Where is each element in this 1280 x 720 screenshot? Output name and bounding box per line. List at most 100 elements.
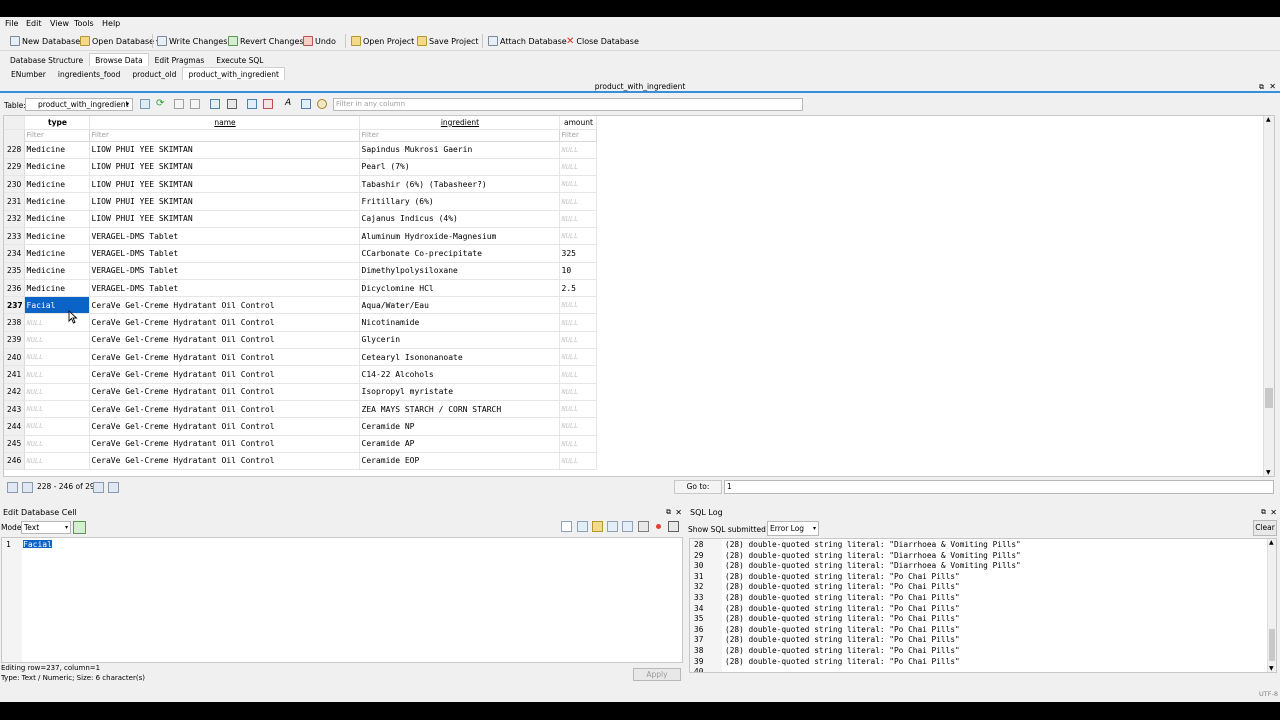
cell-name[interactable]: CeraVe Gel-Creme Hydratant Oil Control (89, 331, 360, 350)
table-row[interactable]: 244 NULL CeraVe Gel-Creme Hydratant Oil Co… (4, 417, 597, 436)
close-pane-icon[interactable]: ✕ (675, 506, 682, 519)
cell-name[interactable]: CeraVe Gel-Creme Hydratant Oil Control (89, 400, 360, 419)
cell-amount[interactable]: NULL (559, 141, 597, 159)
undo-button[interactable]: Undo (303, 33, 336, 49)
new-database-button[interactable]: New Database (10, 33, 80, 49)
cell-type[interactable]: NULL (24, 331, 90, 350)
table-row[interactable]: 231 Medicine LIOW PHUI YEE SKIMTAN Fritilla… (4, 192, 597, 211)
float-icon[interactable]: ⧉ (666, 506, 671, 519)
tab-database-structure[interactable]: Database Structure (4, 53, 89, 66)
cell-amount[interactable]: NULL (559, 365, 597, 384)
cell-amount[interactable]: 2.5 (559, 279, 597, 298)
table-row[interactable]: 228 Medicine LIOW PHUI YEE SKIMTAN Sapindus… (4, 141, 597, 159)
cell-amount[interactable]: NULL (559, 210, 597, 228)
cell-ingredient[interactable]: Tabashir (6%) (Tabasheer?) (359, 175, 560, 194)
close-panel-icon[interactable]: ✕ (1269, 81, 1276, 93)
scroll-down-icon[interactable]: ▼ (1266, 469, 1271, 476)
cell-ingredient[interactable]: Pearl (7%) (359, 158, 560, 177)
cell-type[interactable]: Medicine (24, 262, 90, 280)
cell-ingredient[interactable]: Aluminum Hydroxide-Magnesium (359, 227, 560, 246)
cell-amount[interactable]: NULL (559, 400, 597, 419)
column-header-amount[interactable]: amount (559, 116, 597, 130)
cell-name[interactable]: CeraVe Gel-Creme Hydratant Oil Control (89, 417, 360, 436)
row-number[interactable]: 245 (4, 435, 25, 453)
cell-name[interactable]: VERAGEL-DMS Tablet (89, 244, 360, 263)
menu-tools[interactable]: Tools (74, 19, 94, 28)
row-number[interactable]: 232 (4, 210, 25, 228)
first-record-button[interactable] (7, 482, 18, 493)
cell-type[interactable]: NULL (24, 348, 90, 367)
save-table-icon[interactable] (210, 99, 220, 109)
cell-type[interactable]: NULL (24, 383, 90, 401)
scroll-up-icon[interactable]: ▲ (1266, 116, 1271, 123)
row-number[interactable]: 241 (4, 365, 25, 384)
cell-ingredient[interactable]: Aqua/Water/Eau (359, 296, 560, 315)
scroll-up-icon[interactable]: ▲ (1269, 539, 1274, 546)
word-wrap-icon[interactable] (561, 521, 572, 532)
tab-product-old[interactable]: product_old (126, 67, 182, 80)
insert-record-icon[interactable] (247, 99, 257, 109)
filter-clear-icon[interactable] (140, 99, 150, 109)
cell-type[interactable]: NULL (24, 365, 90, 384)
cell-ingredient[interactable]: C14-22 Alcohols (359, 365, 560, 384)
row-number[interactable]: 246 (4, 452, 25, 471)
row-number[interactable]: 229 (4, 158, 25, 177)
cell-amount[interactable]: NULL (559, 417, 597, 436)
row-number[interactable]: 236 (4, 279, 25, 298)
cell-ingredient[interactable]: Fritillary (6%) (359, 192, 560, 211)
table-row[interactable]: 242 NULL CeraVe Gel-Creme Hydratant Oil Co… (4, 383, 597, 401)
table-row[interactable]: 238 NULL CeraVe Gel-Creme Hydratant Oil Co… (4, 313, 597, 332)
sort-icon[interactable] (190, 99, 200, 109)
cell-name[interactable]: LIOW PHUI YEE SKIMTAN (89, 210, 360, 228)
sql-source-select[interactable]: Error Log ▾ (767, 521, 819, 536)
row-number[interactable]: 234 (4, 244, 25, 263)
cell-name[interactable]: LIOW PHUI YEE SKIMTAN (89, 141, 360, 159)
tab-edit-pragmas[interactable]: Edit Pragmas (149, 53, 211, 66)
cell-type[interactable]: Medicine (24, 279, 90, 298)
corner-cell[interactable] (4, 116, 25, 130)
goto-input[interactable]: 1 (724, 480, 1274, 494)
row-number[interactable]: 244 (4, 417, 25, 436)
table-row[interactable]: 236 Medicine VERAGEL-DMS Tablet Dicyclomine… (4, 279, 597, 298)
cell-name[interactable]: CeraVe Gel-Creme Hydratant Oil Control (89, 313, 360, 332)
cell-name[interactable]: CeraVe Gel-Creme Hydratant Oil Control (89, 296, 360, 315)
cell-name[interactable]: CeraVe Gel-Creme Hydratant Oil Control (89, 452, 360, 471)
cell-type[interactable]: Medicine (24, 158, 90, 177)
set-null-icon[interactable] (622, 521, 633, 532)
scroll-down-icon[interactable]: ▼ (1269, 665, 1274, 672)
export-icon[interactable] (607, 521, 618, 532)
row-number[interactable]: 228 (4, 141, 25, 159)
tab-enumber[interactable]: ENumber (5, 67, 52, 80)
cell-amount[interactable]: NULL (559, 331, 597, 350)
cell-amount[interactable]: NULL (559, 192, 597, 211)
cell-amount[interactable]: NULL (559, 348, 597, 367)
cell-type[interactable]: Medicine (24, 141, 90, 159)
next-record-button[interactable] (93, 482, 104, 493)
cell-ingredient[interactable]: Ceramide EOP (359, 452, 560, 471)
cell-name[interactable]: CeraVe Gel-Creme Hydratant Oil Control (89, 383, 360, 401)
close-database-button[interactable]: ✕ Close Database (566, 33, 639, 49)
mode-select[interactable]: Text ▾ (21, 521, 71, 534)
log-scrollbar-thumb[interactable] (1269, 629, 1275, 661)
table-row[interactable]: 234 Medicine VERAGEL-DMS Tablet CCarbonate … (4, 244, 597, 263)
delete-record-icon[interactable] (263, 99, 273, 109)
sql-log-view[interactable]: 28 (28) double-quoted string literal: "Di… (689, 538, 1277, 673)
filter-settings-icon[interactable] (317, 99, 327, 109)
cell-amount[interactable]: 325 (559, 244, 597, 263)
indent-icon[interactable] (577, 521, 588, 532)
menu-file[interactable]: File (5, 19, 18, 28)
cell-type[interactable]: NULL (24, 400, 90, 419)
cell-amount[interactable]: NULL (559, 296, 597, 315)
cell-ingredient[interactable]: Ceramide NP (359, 417, 560, 436)
column-filter-amount[interactable]: Filter (558, 128, 597, 142)
cell-amount[interactable]: NULL (559, 452, 597, 471)
cell-type[interactable]: NULL (24, 435, 90, 453)
cell-type[interactable]: NULL (24, 313, 90, 332)
row-number[interactable]: 238 (4, 313, 25, 332)
print-icon[interactable] (227, 99, 237, 109)
cell-ingredient[interactable]: CCarbonate Co-precipitate (359, 244, 560, 263)
cell-type[interactable]: Medicine (24, 244, 90, 263)
cell-type[interactable]: Medicine (24, 175, 90, 194)
cell-ingredient[interactable]: ZEA MAYS STARCH / CORN STARCH (359, 400, 560, 419)
cell-ingredient[interactable]: Glycerin (359, 331, 560, 350)
